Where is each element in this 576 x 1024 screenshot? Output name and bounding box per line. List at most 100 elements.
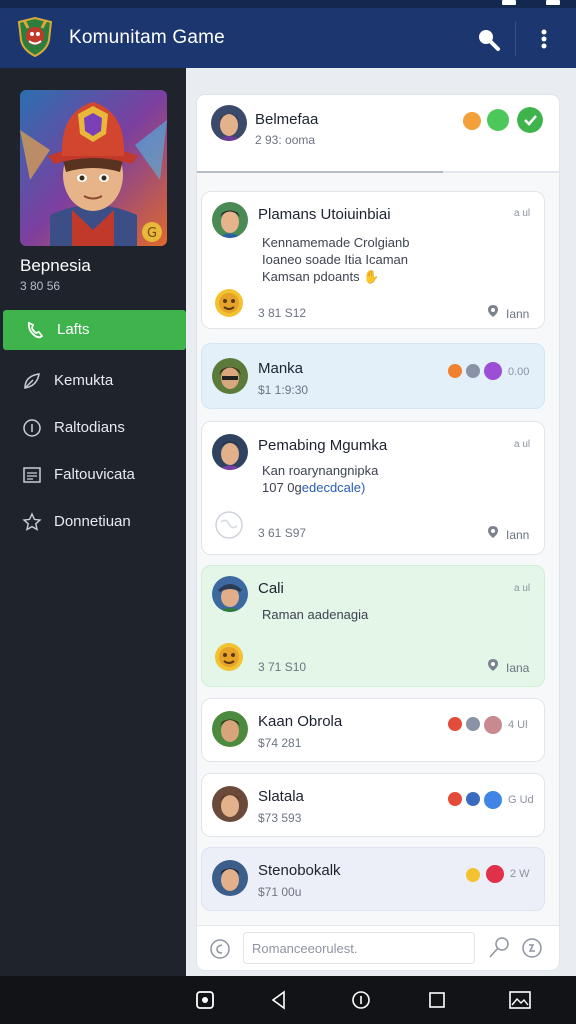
sticker-emoji-icon [215, 289, 243, 317]
system-nav-left [0, 976, 186, 1024]
post-title: Plamans Utoiuinbiai [258, 206, 391, 223]
home-circle-icon[interactable] [350, 989, 372, 1011]
recent-square-icon[interactable] [194, 989, 216, 1011]
pinned-progress-bar [197, 171, 444, 173]
post-title: Slatala [258, 788, 304, 805]
sticker-icon[interactable] [521, 937, 543, 959]
sidebar-item-faltouvicata[interactable]: Faltouvicata [0, 455, 186, 495]
post-subtitle: $73 593 [258, 811, 302, 825]
reaction-icon[interactable] [448, 717, 462, 731]
pinned-title: Belmefaa [255, 111, 319, 128]
attach-icon[interactable] [487, 936, 511, 960]
svg-text:G: G [147, 226, 157, 241]
post-action-label[interactable]: Iann [506, 307, 529, 321]
sidebar-item-label: Donnetiuan [54, 513, 131, 530]
sidebar-item-kemukta[interactable]: Kemukta [0, 361, 186, 401]
post-stats: 3 81 S12 [258, 306, 307, 320]
avatar [212, 358, 248, 394]
phone-icon [27, 321, 44, 339]
sticker-emoji-icon [215, 643, 243, 671]
profile-hero-image[interactable]: G [20, 90, 167, 246]
user-icon[interactable] [466, 792, 480, 806]
post-title: Stenobokalk [258, 862, 341, 879]
game-logo-icon [17, 16, 53, 58]
pinned-chat-header[interactable]: Belmefaa 2 93: ooma [197, 95, 559, 173]
smile-reaction-icon[interactable] [487, 109, 509, 131]
post-body-line: Kennamemade Crolgianb [262, 235, 410, 250]
avatar [212, 786, 248, 822]
reaction-icon[interactable] [448, 792, 462, 806]
message-composer: Romanceeorulest. [197, 925, 559, 970]
message-input[interactable]: Romanceeorulest. [243, 932, 475, 964]
gallery-icon[interactable] [508, 989, 532, 1011]
location-pin-icon[interactable] [486, 525, 500, 539]
post-subtitle: $1 1:9:30 [258, 383, 309, 397]
emoji-picker-icon[interactable] [209, 938, 231, 960]
avatar [212, 860, 248, 896]
heart-icon[interactable] [484, 362, 502, 380]
overview-square-icon[interactable] [426, 989, 448, 1011]
post-card[interactable]: Slatala $73 593 G Ud [201, 773, 545, 837]
sidebar-item-lafts[interactable]: Lafts [3, 310, 186, 350]
appbar-divider [515, 22, 516, 56]
search-icon[interactable] [474, 25, 502, 53]
post-action-label[interactable]: Iana [506, 661, 529, 675]
sidebar-item-raltodians[interactable]: Raltodians [0, 408, 186, 448]
post-card[interactable]: Stenobokalk $71 00u 2 W [201, 847, 545, 911]
post-link[interactable]: edecdcale) [302, 480, 366, 495]
sidebar-item-label: Raltodians [54, 419, 125, 436]
like-icon[interactable] [484, 791, 502, 809]
heart-icon[interactable] [486, 865, 504, 883]
post-body-line: Kamsan pdoants ✋ [262, 269, 380, 284]
post-card[interactable]: Cali a ul Raman aadenagia 3 71 S10 Iana [201, 565, 545, 687]
post-subtitle: $71 00u [258, 885, 302, 899]
post-corner-meta: 0.00 [508, 366, 530, 378]
post-card[interactable]: Manka $1 1:9:30 0.00 [201, 343, 545, 409]
user-icon[interactable] [466, 364, 480, 378]
message-placeholder: Romanceeorulest. [252, 941, 358, 956]
post-body-line: 107 0gedecdcale) [262, 480, 366, 495]
chat-feed-panel: Belmefaa 2 93: ooma Plamans Utoiuinbiai … [197, 95, 559, 970]
post-body-line: Kan roarynangnipka [262, 463, 379, 478]
system-nav-bar [186, 976, 576, 1024]
status-bar [0, 0, 576, 8]
sidebar-item-label: Kemukta [54, 372, 114, 389]
more-vert-icon[interactable] [532, 25, 556, 53]
post-card[interactable]: Kaan Obrola $74 281 4 Ul [201, 698, 545, 762]
leaf-icon [24, 373, 40, 389]
back-triangle-icon[interactable] [268, 989, 290, 1011]
reaction-icon[interactable] [466, 868, 480, 882]
reaction-icon[interactable] [448, 364, 462, 378]
location-pin-icon[interactable] [486, 658, 500, 672]
check-circle-icon[interactable] [517, 107, 543, 133]
sidebar-item-donnetiuan[interactable]: Donnetiuan [0, 502, 186, 542]
user-icon[interactable] [466, 717, 480, 731]
post-corner-meta: 4 Ul [508, 719, 528, 731]
post-corner-meta: a ul [514, 208, 531, 219]
post-title: Kaan Obrola [258, 713, 343, 730]
avatar [212, 434, 248, 470]
hand-emoji-icon: ✋ [363, 269, 380, 284]
post-corner-meta: a ul [514, 583, 531, 594]
emoji-reaction-icon[interactable] [463, 112, 481, 130]
sidebar-item-label: Lafts [57, 321, 90, 338]
post-corner-meta: a ul [514, 439, 531, 450]
sidebar-item-label: Faltouvicata [54, 466, 135, 483]
post-stats: 3 71 S10 [258, 660, 307, 674]
star-icon [22, 512, 42, 531]
post-title: Cali [258, 580, 284, 597]
post-action-label[interactable]: Iann [506, 528, 529, 542]
profile-name: Bepnesia [20, 256, 91, 275]
profile-stats: 3 80 56 [20, 279, 61, 293]
post-card[interactable]: Pemabing Mgumka a ul Kan roarynangnipka … [201, 421, 545, 555]
globe-icon [215, 511, 243, 539]
sidebar: G Bepnesia 3 80 56 Lafts Kemukta Raltodi… [0, 68, 186, 976]
avatar [212, 576, 248, 612]
post-card[interactable]: Plamans Utoiuinbiai a ul Kennamemade Cro… [201, 191, 545, 329]
location-pin-icon[interactable] [486, 304, 500, 318]
app-title: Komunitam Game [69, 27, 225, 48]
post-corner-meta: G Ud [508, 794, 534, 806]
post-subtitle: $74 281 [258, 736, 302, 750]
info-circle-icon [23, 419, 41, 437]
heart-icon[interactable] [484, 716, 502, 734]
